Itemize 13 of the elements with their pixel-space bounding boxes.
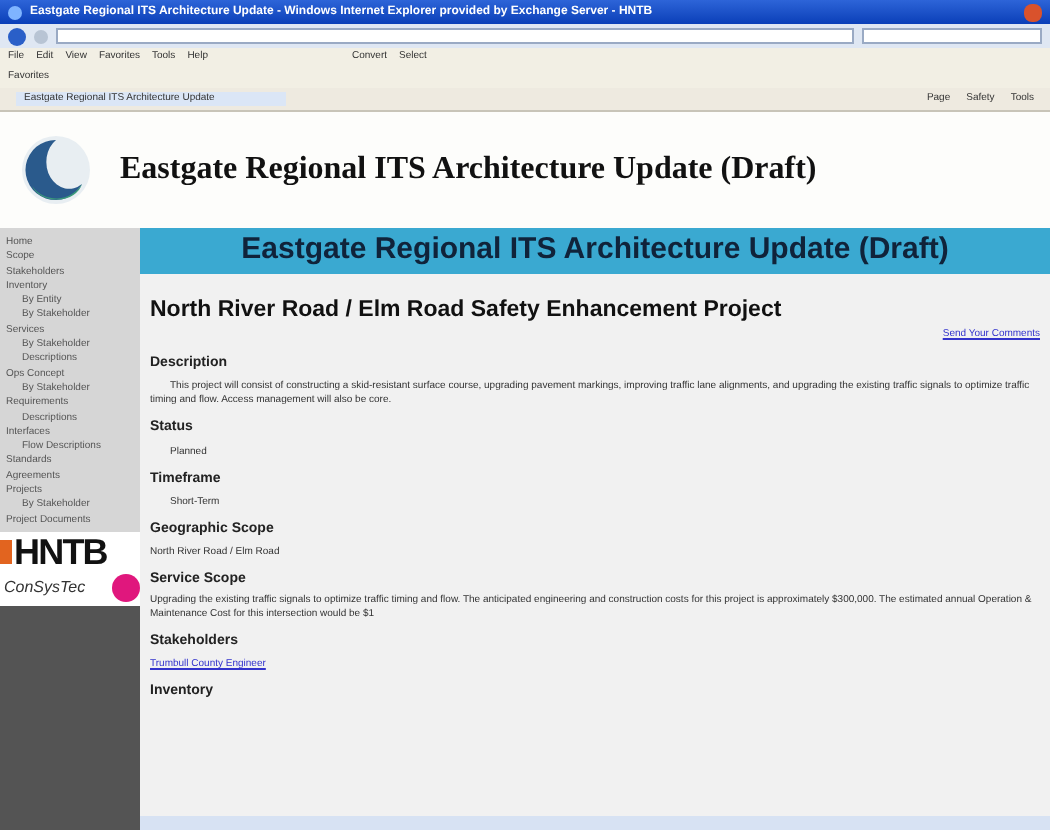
site-title: Eastgate Regional ITS Architecture Update (Draft) — [120, 150, 817, 190]
project-title: North River Road / Elm Road Safety Enhancement Project — [150, 296, 784, 326]
logo-text: ConSysTec — [4, 576, 86, 601]
close-button[interactable] — [1024, 3, 1042, 21]
address-field[interactable] — [56, 28, 854, 44]
search-field[interactable] — [862, 28, 1042, 44]
horizontal-scrollbar[interactable] — [140, 816, 1050, 830]
logo-icon — [16, 130, 96, 210]
forward-button[interactable] — [34, 29, 48, 43]
stripe-icon — [0, 539, 12, 564]
back-button[interactable] — [8, 27, 26, 45]
banner-title: Eastgate Regional ITS Architecture Update (Draft) — [241, 230, 949, 271]
logo-text: HNTB — [14, 533, 107, 570]
